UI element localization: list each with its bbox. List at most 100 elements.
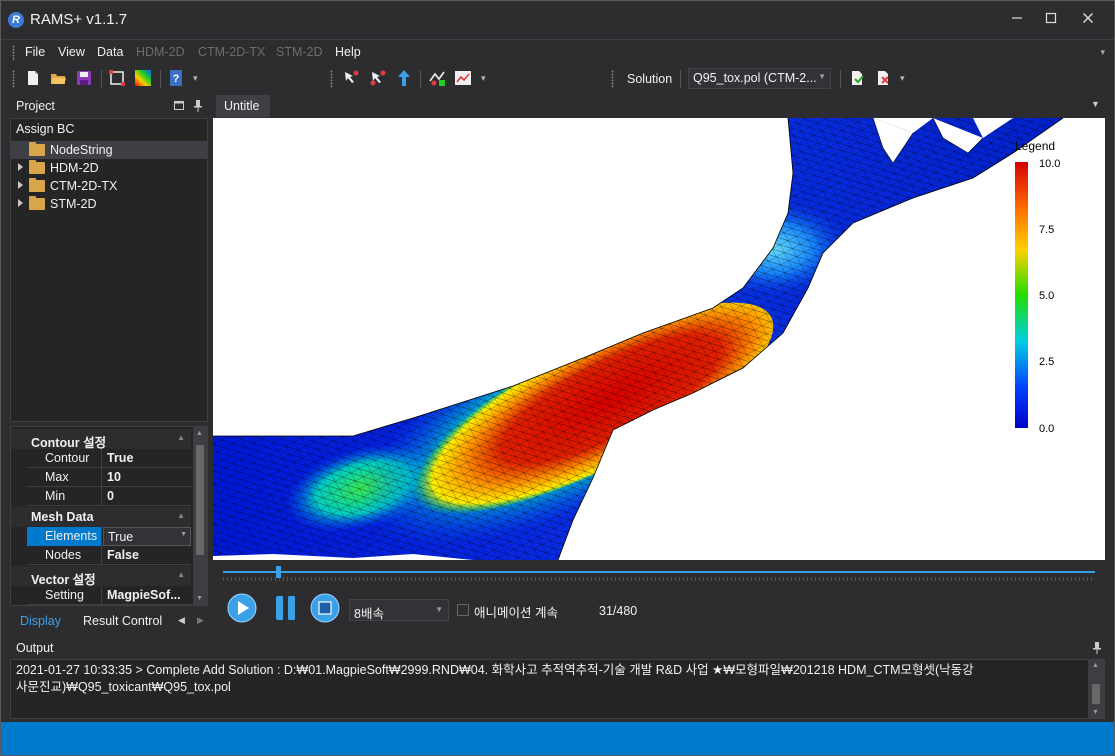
scrollbar-thumb[interactable] (196, 445, 204, 555)
output-log: 2021-01-27 10:33:35 > Complete Add Solut… (16, 662, 1081, 696)
tree-item-stm-2d[interactable]: STM-2D (11, 195, 207, 213)
category-vector[interactable]: Vector 설정 ▲ (11, 566, 191, 587)
collapse-icon[interactable]: ▲ (177, 433, 185, 442)
timeline-ticks (223, 577, 1095, 581)
property-row-setting[interactable]: Setting MagpieSof... (27, 586, 191, 605)
select-box-icon[interactable] (108, 69, 126, 87)
property-row-nodes[interactable]: Nodes False (27, 546, 191, 565)
close-icon[interactable] (1070, 8, 1106, 30)
chevron-down-icon[interactable]: ▼ (180, 531, 187, 538)
scroll-up-icon[interactable]: ▲ (196, 430, 203, 437)
maximize-icon[interactable] (1033, 8, 1069, 30)
scroll-up-icon[interactable]: ▲ (1092, 662, 1099, 669)
tab-scroll-left-icon[interactable]: ◀ (178, 615, 185, 626)
menu-data[interactable]: Data (97, 45, 123, 59)
document-tab[interactable]: Untitle (216, 95, 270, 117)
pin-icon[interactable] (1093, 642, 1101, 654)
pause-icon[interactable] (271, 593, 301, 623)
graph-icon[interactable] (454, 69, 472, 87)
collapse-icon[interactable]: ▲ (177, 570, 185, 579)
property-value[interactable]: False (103, 546, 191, 565)
title-bar: R RAMS+ v1.1.7 (0, 0, 1115, 40)
tree-item-hdm-2d[interactable]: HDM-2D (11, 159, 207, 177)
tree-item-ctm-2d-tx[interactable]: CTM-2D-TX (11, 177, 207, 195)
timeline-slider[interactable] (223, 571, 1095, 573)
scroll-down-icon[interactable]: ▼ (196, 595, 203, 602)
property-value[interactable]: 0 (103, 487, 191, 506)
pointer-edit-icon[interactable] (369, 69, 387, 87)
chevron-down-icon: ▼ (435, 605, 443, 614)
save-icon[interactable] (75, 69, 93, 87)
property-scrollbar[interactable]: ▲ ▼ (193, 427, 207, 605)
property-grid: Contour 설정 ▲ Contour True Max 10 Min 0 M… (10, 426, 208, 606)
document-list-icon[interactable]: ▼ (1091, 99, 1100, 109)
toolbar-overflow-icon[interactable]: ▾ (900, 73, 905, 84)
export-solution-icon[interactable] (848, 69, 866, 87)
status-bar (0, 722, 1115, 756)
timeline-slider-thumb[interactable] (275, 566, 281, 578)
property-value[interactable]: MagpieSof... (103, 586, 191, 605)
property-row-contour[interactable]: Contour True (27, 449, 191, 468)
maximize-panel-icon[interactable] (174, 101, 184, 111)
upstream-icon[interactable] (428, 69, 446, 87)
speed-dropdown[interactable]: 8배속 ▼ (349, 599, 449, 621)
open-folder-icon[interactable] (49, 69, 67, 87)
contour-plot[interactable] (213, 118, 1105, 560)
toolbar-grip-icon[interactable] (12, 70, 15, 88)
expand-arrow-icon[interactable] (18, 181, 23, 189)
menu-hdm-2d[interactable]: HDM-2D (136, 45, 185, 59)
legend-title: Legend (1015, 139, 1055, 153)
output-panel[interactable]: 2021-01-27 10:33:35 > Complete Add Solut… (10, 659, 1105, 719)
output-scrollbar[interactable]: ▲ ▼ (1088, 660, 1104, 718)
menu-overflow-icon[interactable]: ▾ (1100, 47, 1105, 58)
toolbar-grip-icon[interactable] (330, 70, 333, 88)
property-row-min[interactable]: Min 0 (27, 487, 191, 506)
continuous-animation-checkbox[interactable] (457, 604, 469, 616)
menu-view[interactable]: View (58, 45, 85, 59)
expand-arrow-icon[interactable] (18, 199, 23, 207)
menu-file[interactable]: File (25, 45, 45, 59)
tree-item-label: HDM-2D (50, 161, 99, 175)
collapse-icon[interactable]: ▲ (177, 511, 185, 520)
property-value[interactable]: True (103, 449, 191, 468)
pin-icon[interactable] (194, 100, 202, 112)
play-icon[interactable] (227, 593, 257, 623)
scrollbar-thumb[interactable] (1092, 684, 1100, 704)
property-row-max[interactable]: Max 10 (27, 468, 191, 487)
toolbar-overflow-icon[interactable]: ▾ (481, 73, 486, 84)
tab-display[interactable]: Display (12, 611, 69, 631)
legend-tick-label: 5.0 (1039, 290, 1054, 302)
speed-value: 8배속 (354, 607, 384, 621)
help-book-icon[interactable]: ? (167, 69, 185, 87)
tree-item-nodestring[interactable]: NodeString (11, 141, 207, 159)
menu-grip-icon[interactable] (12, 45, 15, 61)
tab-result-control[interactable]: Result Control (75, 611, 170, 631)
scroll-down-icon[interactable]: ▼ (1092, 709, 1099, 716)
property-name: Min (27, 487, 102, 506)
property-name: Setting (27, 586, 102, 605)
property-name: Max (27, 468, 102, 487)
toolbar-grip-icon[interactable] (611, 70, 614, 88)
minimize-icon[interactable] (999, 8, 1035, 30)
remove-solution-icon[interactable] (874, 69, 892, 87)
menu-help[interactable]: Help (335, 45, 361, 59)
toolbar-overflow-icon[interactable]: ▾ (193, 73, 198, 84)
pointer-arrow-icon[interactable] (395, 69, 413, 87)
animation-controls: 8배속 ▼ 애니메이션 계속 31/480 (213, 560, 1105, 630)
menu-stm-2d[interactable]: STM-2D (276, 45, 323, 59)
new-file-icon[interactable] (24, 69, 42, 87)
category-mesh-data[interactable]: Mesh Data ▲ (11, 507, 191, 527)
solution-dropdown[interactable]: Q95_tox.pol (CTM-2... ▼ (688, 68, 831, 89)
category-contour[interactable]: Contour 설정 ▲ (11, 429, 191, 450)
property-row-elements[interactable]: Elements True ▼ (27, 527, 191, 546)
svg-text:?: ? (173, 73, 180, 85)
property-value[interactable]: 10 (103, 468, 191, 487)
pointer-node-icon[interactable] (342, 69, 360, 87)
expand-arrow-icon[interactable] (18, 163, 23, 171)
mesh-viewport[interactable]: Legend 10.0 7.5 5.0 2.5 0.0 (213, 118, 1105, 560)
tab-scroll-right-icon[interactable]: ▶ (197, 615, 204, 626)
menu-ctm-2d-tx[interactable]: CTM-2D-TX (198, 45, 265, 59)
contour-color-icon[interactable] (134, 69, 152, 87)
property-value-dropdown[interactable]: True ▼ (103, 527, 191, 546)
stop-icon[interactable] (310, 593, 340, 623)
